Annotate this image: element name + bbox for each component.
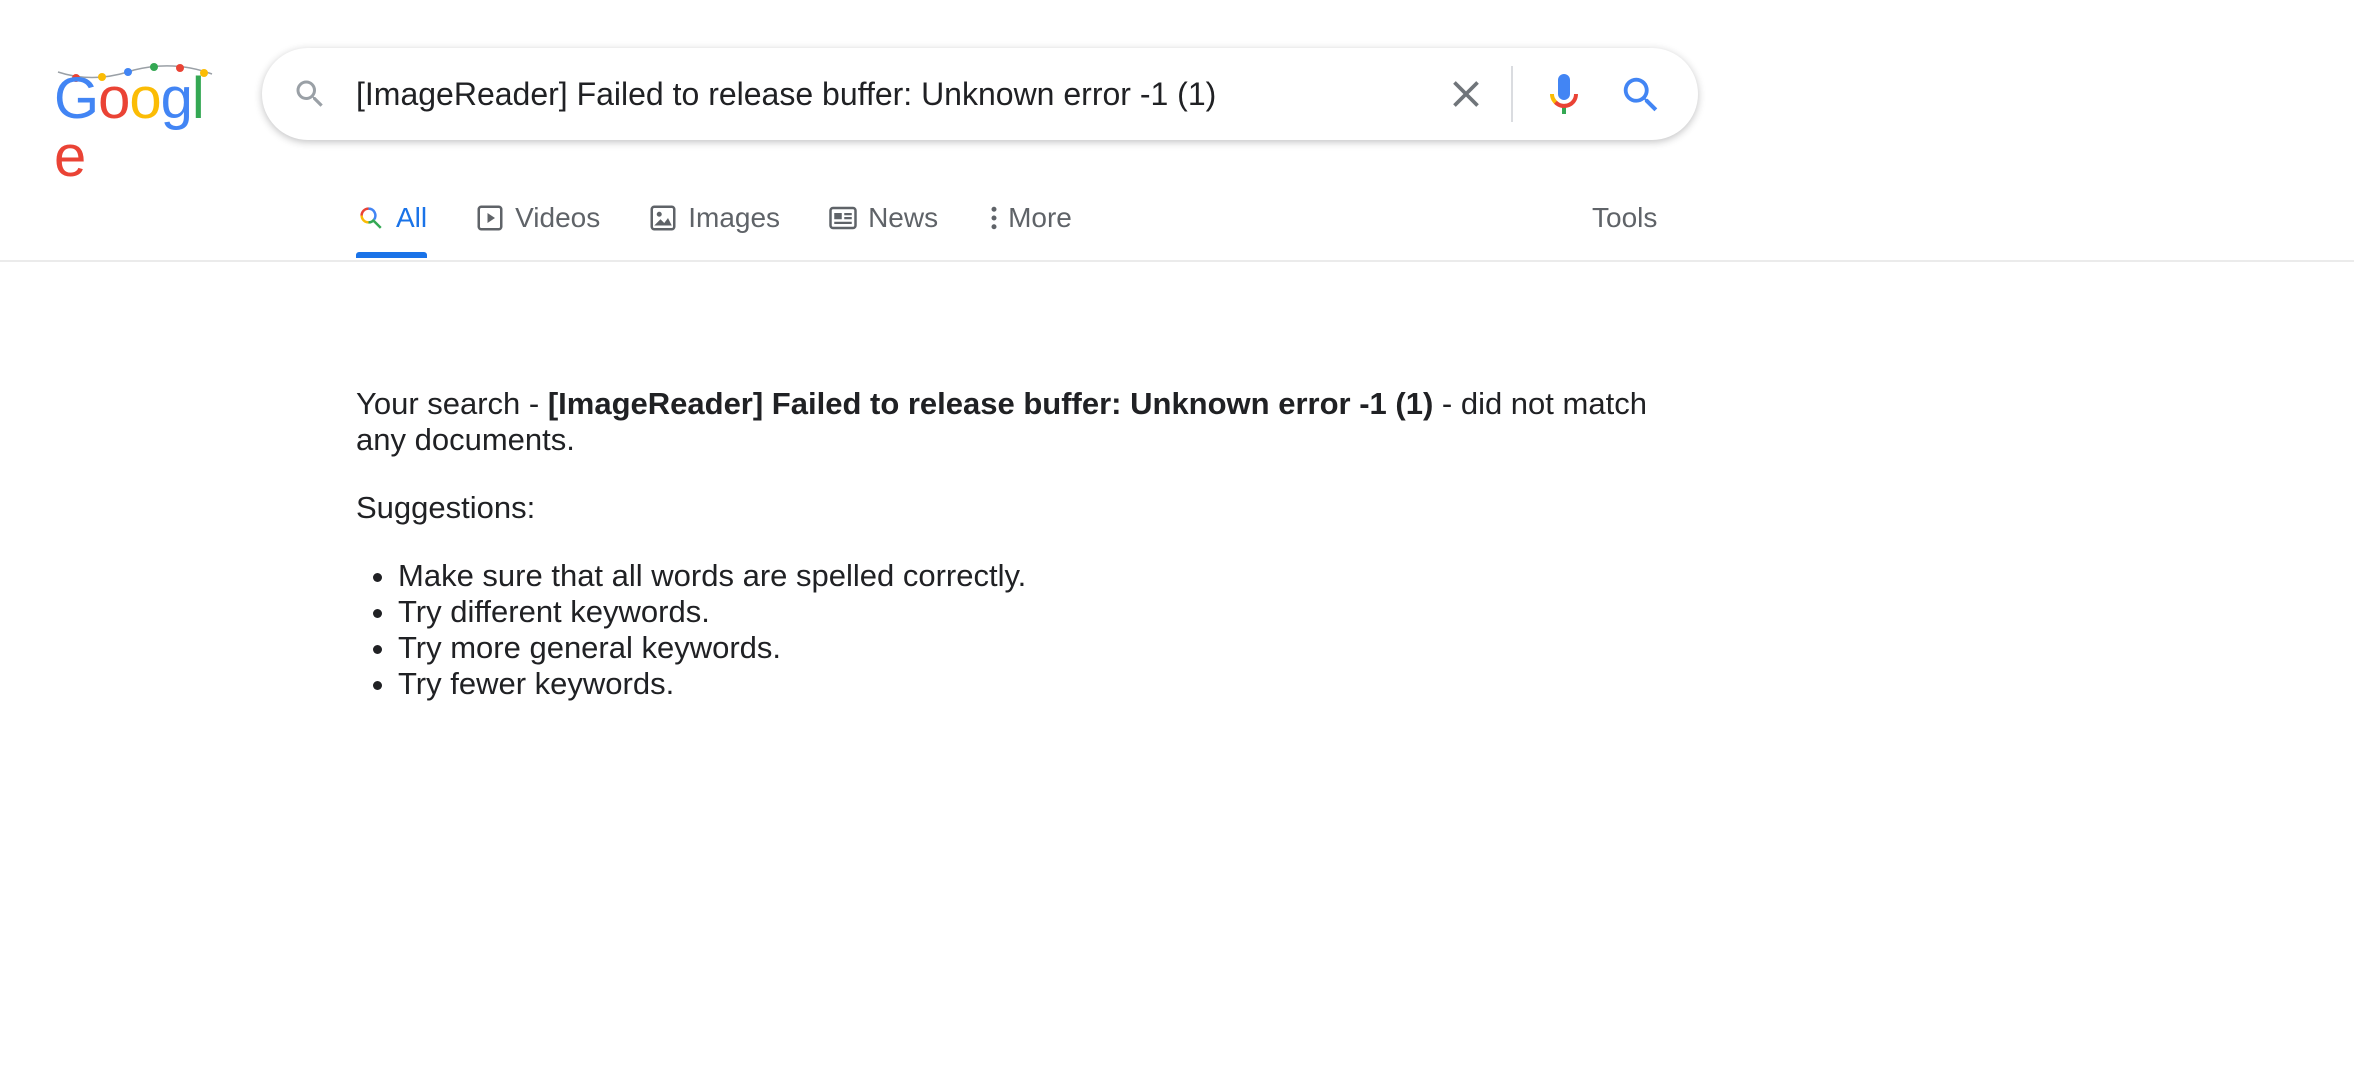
no-results-message: Your search - [ImageReader] Failed to re… (356, 386, 1656, 702)
tab-all[interactable]: All (356, 188, 428, 258)
search-tabs: All Videos Images News More (356, 188, 1120, 260)
search-icon (360, 207, 382, 229)
no-results-text: Your search - [ImageReader] Failed to re… (356, 386, 1656, 458)
logo-letter: e (54, 124, 86, 189)
searched-query: [ImageReader] Failed to release buffer: … (547, 386, 1434, 421)
close-icon[interactable] (1444, 72, 1488, 116)
tab-news[interactable]: News (828, 188, 938, 248)
logo-letter: l (191, 66, 205, 131)
tab-label: More (1008, 202, 1072, 233)
image-icon (650, 205, 676, 231)
suggestions-title: Suggestions: (356, 490, 536, 525)
tab-label: Videos (515, 202, 601, 233)
tab-label: News (868, 202, 939, 233)
search-divider (1511, 66, 1513, 122)
tabs-divider (0, 260, 2354, 262)
logo-letter: G (54, 66, 99, 131)
suggestion-item: Try more general keywords. (398, 630, 1656, 666)
tab-label: All (396, 202, 428, 233)
search-box (262, 48, 1698, 140)
no-results-prefix: Your search - (356, 386, 548, 421)
google-doodle-logo[interactable]: Googl e (54, 62, 216, 186)
tools-button[interactable]: Tools (1592, 188, 1657, 248)
logo-letter: o (98, 66, 130, 131)
tab-more[interactable]: More (986, 188, 1072, 248)
logo-text: Google (54, 70, 216, 186)
search-submit-icon[interactable] (1618, 72, 1664, 118)
suggestion-item: Make sure that all words are spelled cor… (398, 558, 1656, 594)
search-icon (296, 80, 323, 107)
tab-images[interactable]: Images (648, 188, 780, 248)
suggestions-list: Make sure that all words are spelled cor… (356, 558, 1656, 702)
microphone-icon[interactable] (1540, 70, 1588, 118)
newspaper-icon (829, 206, 857, 230)
logo-letter: g (160, 66, 193, 131)
suggestion-item: Try fewer keywords. (398, 666, 1656, 702)
logo-letter: o (129, 66, 161, 131)
more-vert-icon (991, 206, 997, 230)
play-icon (477, 205, 503, 231)
search-results-page: Googl e All (0, 0, 2354, 1090)
suggestion-item: Try different keywords. (398, 594, 1656, 630)
tools-label: Tools (1592, 202, 1658, 233)
tab-videos[interactable]: Videos (475, 188, 600, 248)
tab-label: Images (688, 202, 781, 233)
